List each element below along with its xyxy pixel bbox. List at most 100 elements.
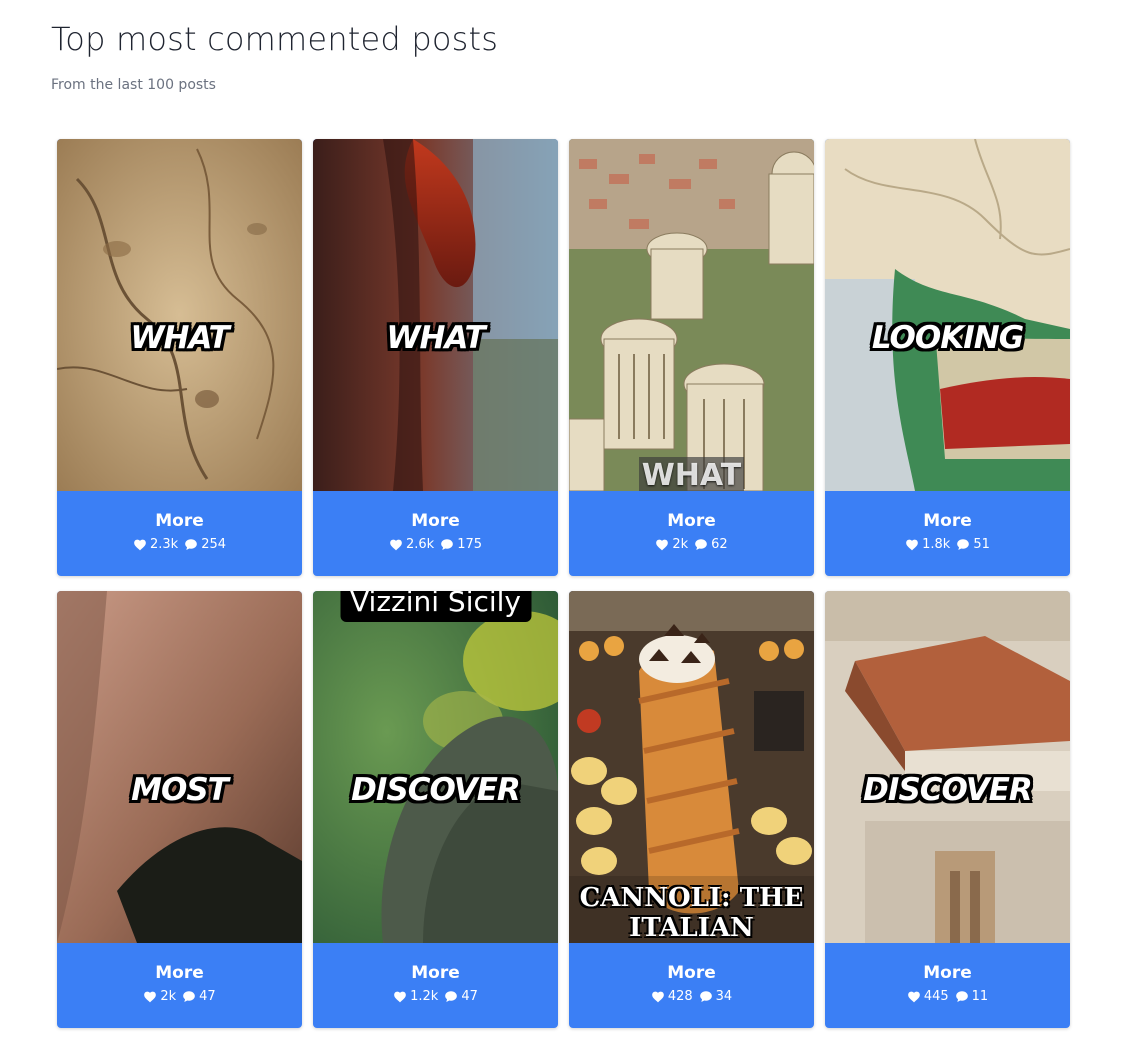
comments-count: 47 — [461, 989, 478, 1004]
comments-count: 51 — [973, 537, 990, 552]
posts-grid: WHAT More 2.3k 254 WHAT More 2.6k 175 WH… — [57, 139, 1070, 1028]
comments-stat: 47 — [444, 989, 478, 1004]
comments-stat: 47 — [182, 989, 216, 1004]
comment-icon — [699, 991, 712, 1003]
more-button[interactable]: More — [667, 511, 716, 531]
post-overlay-title: Vizzini Sicily — [340, 591, 531, 622]
more-button[interactable]: More — [923, 511, 972, 531]
post-overlay-text: CANNOLI: THE ITALIAN — [579, 883, 804, 943]
post-footer: More 1.8k 51 — [825, 491, 1070, 576]
heart-icon — [656, 539, 669, 551]
post-image — [57, 591, 302, 943]
more-button[interactable]: More — [667, 963, 716, 983]
post-stats: 2k 62 — [655, 537, 728, 552]
post-stats: 1.2k 47 — [393, 989, 478, 1004]
likes-count: 445 — [923, 989, 949, 1004]
post-caption: DISCOVER — [351, 772, 521, 808]
comments-count: 34 — [715, 989, 733, 1004]
heart-icon — [394, 991, 406, 1003]
more-button[interactable]: More — [411, 511, 460, 531]
post-thumbnail[interactable]: DISCOVER — [825, 591, 1070, 943]
likes-stat: 2.3k — [133, 537, 178, 552]
post-thumbnail[interactable]: WHAT — [569, 139, 814, 491]
more-button[interactable]: More — [411, 963, 460, 983]
comment-icon — [695, 539, 707, 551]
post-footer: More 428 34 — [569, 943, 814, 1028]
post-thumbnail[interactable]: Vizzini Sicily DISCOVER — [313, 591, 558, 943]
post-caption: MOST — [131, 772, 229, 808]
post-caption: LOOKING — [871, 320, 1024, 356]
post-thumbnail[interactable]: WHAT — [57, 139, 302, 491]
comments-count: 47 — [199, 989, 216, 1004]
comment-icon — [185, 539, 198, 551]
post-footer: More 445 11 — [825, 943, 1070, 1028]
heart-icon — [144, 991, 157, 1003]
post-image — [313, 139, 558, 491]
post-card[interactable]: WHAT More 2.6k 175 — [313, 139, 558, 576]
comment-icon — [445, 991, 458, 1003]
heart-icon — [906, 539, 918, 551]
comment-icon — [183, 991, 195, 1003]
likes-stat: 1.8k — [905, 537, 950, 552]
page-subtitle: From the last 100 posts — [51, 77, 216, 93]
post-image — [569, 139, 814, 491]
post-thumbnail[interactable]: LOOKING — [825, 139, 1070, 491]
post-card[interactable]: WHAT More 2k 62 — [569, 139, 814, 576]
more-button[interactable]: More — [155, 963, 204, 983]
comment-icon — [955, 991, 968, 1003]
likes-stat: 428 — [651, 989, 693, 1004]
post-stats: 445 11 — [907, 989, 988, 1004]
post-card[interactable]: DISCOVER More 445 11 — [825, 591, 1070, 1028]
comments-stat: 175 — [440, 537, 482, 552]
likes-count: 2.6k — [405, 537, 435, 552]
post-overlay-text: WHAT — [641, 458, 742, 491]
comments-stat: 34 — [699, 989, 733, 1004]
likes-stat: 2k — [143, 989, 176, 1004]
comments-count: 62 — [711, 537, 728, 552]
post-card[interactable]: Vizzini Sicily DISCOVER More 1.2k 47 — [313, 591, 558, 1028]
likes-count: 1.2k — [410, 989, 439, 1004]
post-stats: 428 34 — [651, 989, 732, 1004]
post-card[interactable]: CANNOLI: THE ITALIAN More 428 34 — [569, 591, 814, 1028]
likes-stat: 2.6k — [389, 537, 434, 552]
heart-icon — [907, 991, 920, 1003]
post-caption: WHAT — [386, 320, 485, 356]
likes-stat: 1.2k — [393, 989, 438, 1004]
post-stats: 2k 47 — [143, 989, 216, 1004]
post-image — [57, 139, 302, 491]
post-stats: 2.6k 175 — [389, 537, 482, 552]
comments-count: 254 — [201, 537, 227, 552]
page-title: Top most commented posts — [51, 20, 499, 58]
likes-stat: 2k — [655, 537, 688, 552]
page: Top most commented posts From the last 1… — [0, 0, 1136, 1062]
heart-icon — [134, 539, 146, 551]
post-footer: More 2.6k 175 — [313, 491, 558, 576]
post-card[interactable]: LOOKING More 1.8k 51 — [825, 139, 1070, 576]
likes-count: 428 — [667, 989, 693, 1004]
more-button[interactable]: More — [155, 511, 204, 531]
post-image — [825, 591, 1070, 943]
post-thumbnail[interactable]: MOST — [57, 591, 302, 943]
likes-count: 2k — [160, 989, 177, 1004]
likes-stat: 445 — [907, 989, 949, 1004]
comments-stat: 11 — [955, 989, 989, 1004]
post-footer: More 2k 47 — [57, 943, 302, 1028]
post-image — [825, 139, 1070, 491]
post-caption: WHAT — [130, 320, 229, 356]
heart-icon — [651, 991, 664, 1003]
comments-stat: 51 — [956, 537, 990, 552]
post-thumbnail[interactable]: WHAT — [313, 139, 558, 491]
more-button[interactable]: More — [923, 963, 972, 983]
post-image — [313, 591, 558, 943]
likes-count: 2k — [672, 537, 689, 552]
post-thumbnail[interactable]: CANNOLI: THE ITALIAN — [569, 591, 814, 943]
heart-icon — [390, 539, 402, 551]
comment-icon — [957, 539, 970, 551]
comments-count: 11 — [971, 989, 989, 1004]
post-caption: DISCOVER — [863, 772, 1033, 808]
comments-stat: 62 — [694, 537, 728, 552]
likes-count: 2.3k — [149, 537, 179, 552]
post-card[interactable]: WHAT More 2.3k 254 — [57, 139, 302, 576]
post-card[interactable]: MOST More 2k 47 — [57, 591, 302, 1028]
comment-icon — [441, 539, 454, 551]
